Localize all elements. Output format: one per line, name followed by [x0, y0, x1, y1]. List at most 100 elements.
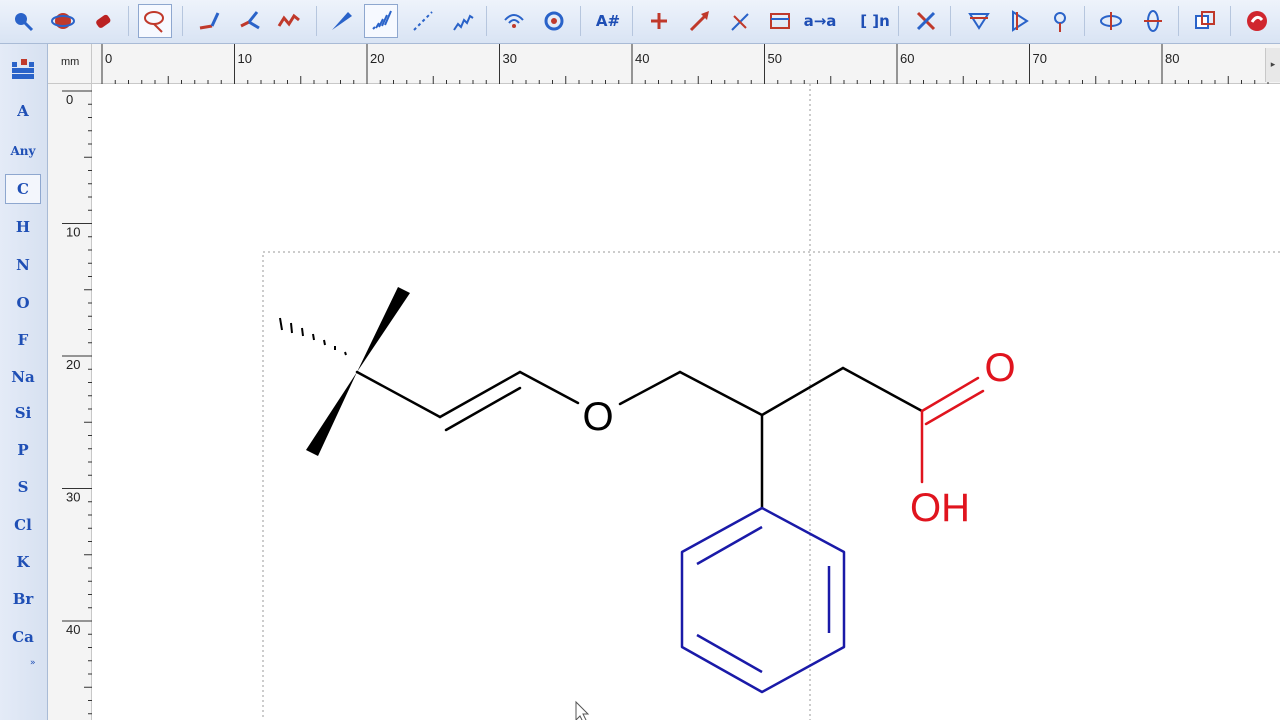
element-button[interactable]: A	[5, 96, 41, 126]
undo-tool[interactable]	[1240, 4, 1274, 38]
ruler-label: 50	[768, 51, 782, 66]
main-toolbar: A# a→a [ ]n	[0, 0, 1280, 44]
wedge-bond-lower[interactable]	[306, 372, 357, 456]
dashed-bond-tool[interactable]	[406, 4, 440, 38]
element-button[interactable]: P	[5, 435, 41, 465]
text-tool[interactable]: A#	[591, 4, 625, 38]
reaction-arrow-tool[interactable]	[724, 4, 758, 38]
plus-icon	[651, 13, 667, 29]
wavy-bond-tool[interactable]	[446, 4, 480, 38]
zigzag-chain-tool[interactable]	[272, 4, 306, 38]
lasso-select-tool[interactable]	[138, 4, 172, 38]
toolbar-separator	[1084, 6, 1085, 36]
eraser-icon	[96, 14, 111, 28]
ring-icon	[544, 11, 564, 31]
element-button[interactable]: Cl	[5, 510, 41, 540]
vertical-ruler-ticks: 0 10 20 30 40	[62, 90, 92, 715]
toolbar-separator	[128, 6, 129, 36]
ruler-label: 0	[66, 92, 73, 107]
element-button[interactable]: N	[5, 250, 41, 280]
bracket-tool[interactable]: [ ]n	[858, 4, 892, 38]
rotate-horizontal-tool[interactable]	[1094, 4, 1128, 38]
mapping-tool[interactable]: a→a	[803, 4, 837, 38]
dashed-bond-icon	[413, 11, 433, 31]
toolbar-separator	[950, 6, 951, 36]
zoom-tool[interactable]	[6, 4, 40, 38]
element-button[interactable]: S	[5, 472, 41, 502]
hashed-wedge-bond[interactable]	[279, 317, 347, 356]
wedge-bond-tool[interactable]	[324, 4, 358, 38]
carboxyl-bonds[interactable]	[920, 376, 985, 484]
canvas-drawing: O O OH	[262, 84, 1280, 724]
flip-vertical-tool[interactable]	[962, 4, 996, 38]
reaction-arrow-icon	[731, 13, 749, 31]
wedge-bond-upper[interactable]	[357, 287, 410, 372]
undo-icon	[1247, 11, 1267, 31]
arrow-icon	[689, 11, 709, 32]
palette-more-button[interactable]: »	[30, 658, 36, 668]
bond-wave-tool[interactable]	[497, 4, 531, 38]
ruler-label: 60	[900, 51, 914, 66]
ether-oxygen-label[interactable]: O	[582, 395, 613, 439]
ruler-label: 80	[1165, 51, 1179, 66]
mapping-icon: a→a	[803, 12, 837, 30]
orbit-tool[interactable]	[46, 4, 80, 38]
element-button[interactable]: Si	[5, 398, 41, 428]
element-button[interactable]: K	[5, 547, 41, 577]
ruler-label: 70	[1033, 51, 1047, 66]
carbonyl-oxygen-label[interactable]: O	[984, 346, 1015, 390]
arrow-tool[interactable]	[683, 4, 717, 38]
element-button[interactable]: C	[5, 174, 41, 204]
toolbar-separator	[182, 6, 183, 36]
zigzag-icon	[277, 13, 300, 27]
selection-box	[262, 251, 1280, 724]
ruler-unit-label: mm	[61, 56, 80, 68]
element-button[interactable]: O	[5, 288, 41, 318]
hashed-wedge-bond-tool[interactable]	[364, 4, 398, 38]
element-button[interactable]: Na	[5, 362, 41, 392]
molecule[interactable]: O O OH	[279, 287, 1016, 694]
hashed-wedge-icon	[372, 10, 392, 30]
drawing-canvas[interactable]: O O OH	[92, 84, 1280, 724]
ring-tool[interactable]	[537, 4, 571, 38]
phenyl-ring[interactable]	[680, 506, 846, 694]
chain-icon	[240, 11, 260, 30]
rotate-horizontal-icon	[1100, 12, 1122, 30]
table-icon	[770, 13, 790, 29]
eraser-tool[interactable]	[86, 4, 120, 38]
table-tool[interactable]	[763, 4, 797, 38]
pin-tool[interactable]	[1043, 4, 1077, 38]
bracket-icon: [ ]n	[860, 12, 890, 30]
element-button[interactable]: Br	[5, 584, 41, 614]
toolbar-separator	[898, 6, 899, 36]
periodic-table-button[interactable]	[5, 56, 41, 86]
clean-tool[interactable]	[909, 4, 943, 38]
rotate-vertical-tool[interactable]	[1136, 4, 1170, 38]
scroll-right-arrow[interactable]: ▸	[1265, 48, 1280, 82]
flip-horizontal-icon	[1012, 10, 1029, 32]
single-bond-icon	[199, 12, 220, 30]
flip-horizontal-tool[interactable]	[1003, 4, 1037, 38]
ruler-label: 10	[238, 51, 252, 66]
hydroxyl-label[interactable]: OH	[910, 486, 970, 530]
wavy-bond-icon	[453, 14, 474, 31]
element-button[interactable]: Ca	[5, 622, 41, 652]
ruler-corner: mm	[48, 44, 92, 84]
toolbar-separator	[316, 6, 317, 36]
toolbar-separator	[1230, 6, 1231, 36]
group-tool[interactable]	[1188, 4, 1222, 38]
chain-tool[interactable]	[233, 4, 267, 38]
carbon-chain-bonds[interactable]	[355, 366, 924, 510]
lasso-icon	[144, 11, 164, 33]
element-button[interactable]: F	[5, 325, 41, 355]
charge-tool[interactable]	[642, 4, 676, 38]
element-button[interactable]: Any	[5, 136, 41, 166]
ruler-label: 40	[635, 51, 649, 66]
ruler-label: 0	[105, 51, 112, 66]
element-button[interactable]: H	[5, 212, 41, 242]
horizontal-ruler-ticks: 010203040506070809	[101, 44, 1269, 84]
horizontal-ruler: 010203040506070809	[92, 44, 1280, 84]
rotate-vertical-icon	[1144, 10, 1162, 32]
periodic-table-icon	[12, 59, 34, 79]
single-bond-tool[interactable]	[192, 4, 226, 38]
